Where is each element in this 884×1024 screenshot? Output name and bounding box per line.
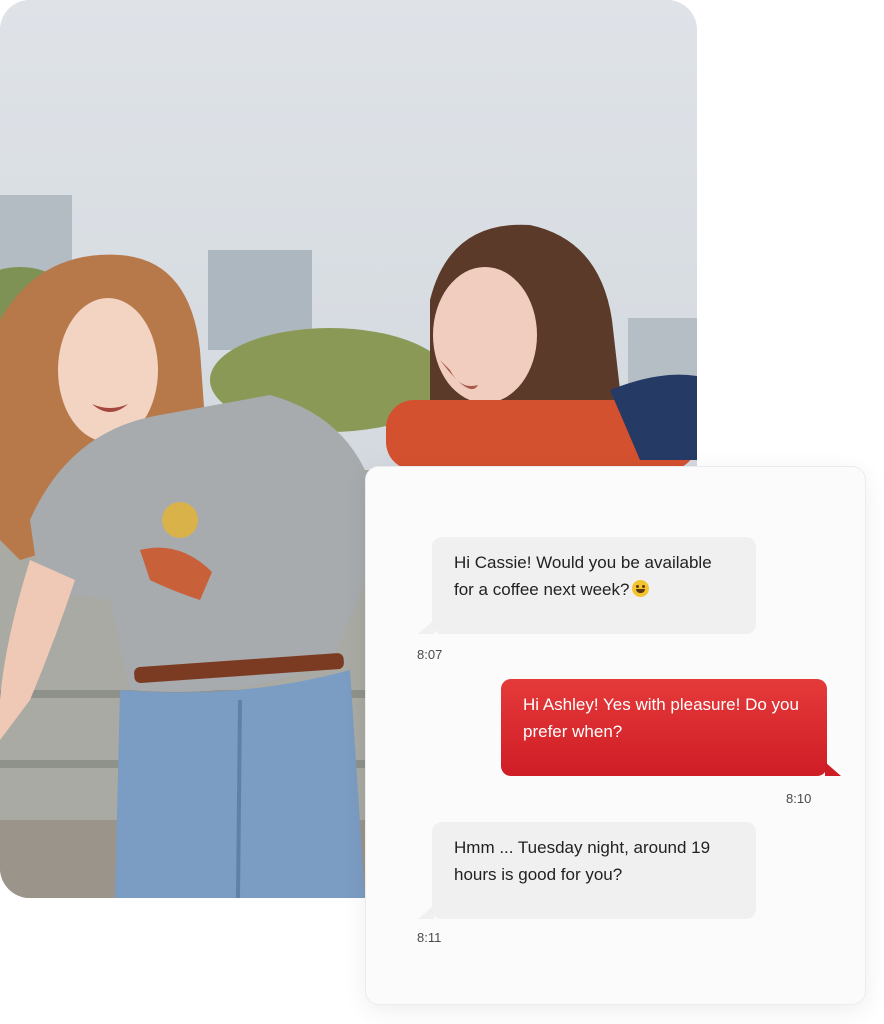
bubble-tail [418,905,434,919]
bubble-tail [825,762,841,776]
grinning-face-icon [632,580,650,597]
message-text: Hi Ashley! Yes with pleasure! Do you pre… [523,695,799,741]
message-bubble-outgoing: Hi Ashley! Yes with pleasure! Do you pre… [501,679,827,776]
message-text: Hi Cassie! Would you be available for a … [454,553,712,599]
bubble-tail [418,620,434,634]
message-text: Hmm ... Tuesday night, around 19 hours i… [454,838,711,884]
message-time: 8:10 [786,791,812,806]
chat-panel: Hi Cassie! Would you be available for a … [365,466,866,1005]
message-bubble-incoming: Hmm ... Tuesday night, around 19 hours i… [432,822,756,919]
message-bubble-incoming: Hi Cassie! Would you be available for a … [432,537,756,634]
message-time: 8:11 [417,930,442,945]
message-time: 8:07 [417,647,443,662]
stage: Hi Cassie! Would you be available for a … [0,0,884,1024]
